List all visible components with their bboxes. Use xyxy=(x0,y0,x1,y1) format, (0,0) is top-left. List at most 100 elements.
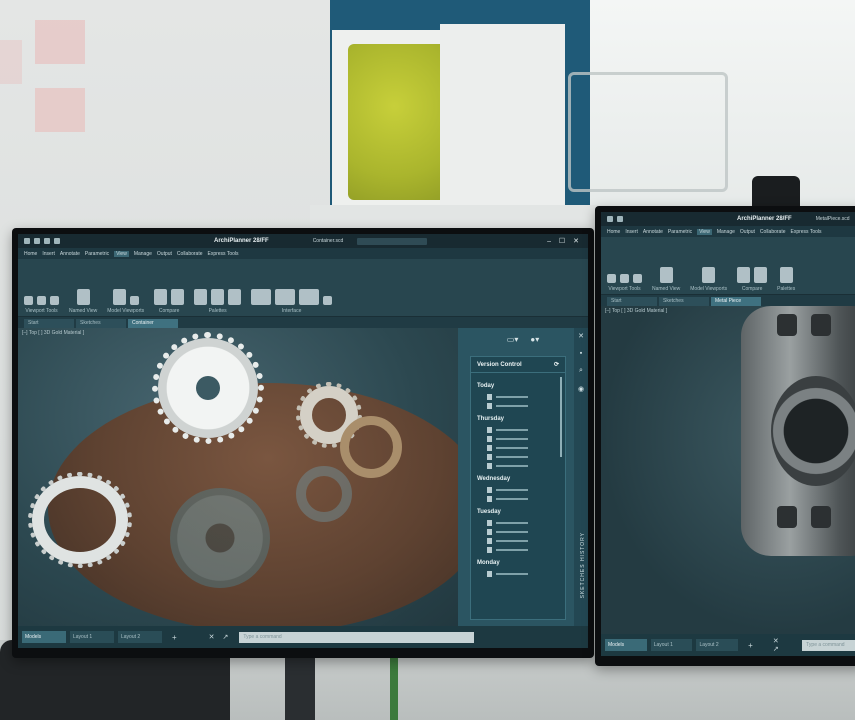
close-icon[interactable]: ✕ xyxy=(578,332,584,340)
version-item[interactable] xyxy=(477,452,559,461)
version-item[interactable] xyxy=(477,425,559,434)
menu-view[interactable]: View xyxy=(697,228,712,235)
model-viewport[interactable]: [–] Top [ ] 3D Gold Material ] xyxy=(601,306,855,634)
layout-tab-2[interactable]: Layout 2 xyxy=(696,639,739,651)
ring-gear-model[interactable] xyxy=(28,472,132,568)
redo-icon[interactable] xyxy=(54,238,60,244)
tab-start[interactable]: Start xyxy=(607,297,657,306)
tool-palettes-icon[interactable] xyxy=(194,289,208,305)
window-controls[interactable]: – ☐ ✕ xyxy=(547,237,582,245)
version-item[interactable] xyxy=(477,569,559,578)
file-tabs-icon[interactable] xyxy=(275,289,296,305)
user-icon[interactable]: ●▾ xyxy=(530,335,539,344)
version-item[interactable] xyxy=(477,518,559,527)
viewport-label[interactable]: [–] Top [ ] 3D Gold Material ] xyxy=(22,330,84,336)
named-viewport-icon[interactable] xyxy=(129,296,139,305)
command-input[interactable]: Type a command xyxy=(802,639,855,651)
menu-manage[interactable]: Manage xyxy=(717,229,735,235)
xref-compare-icon[interactable] xyxy=(171,289,185,305)
bronze-ring-model[interactable] xyxy=(340,416,402,478)
tab-container[interactable]: Container xyxy=(128,319,178,328)
tab-sketches[interactable]: Sketches xyxy=(76,319,126,328)
version-item[interactable] xyxy=(477,485,559,494)
menu-output[interactable]: Output xyxy=(740,229,755,235)
layout-tab-2[interactable]: Layout 2 xyxy=(118,631,162,643)
version-item[interactable] xyxy=(477,392,559,401)
user-interface-icon[interactable] xyxy=(323,296,333,305)
dwg-compare-icon[interactable] xyxy=(737,267,751,283)
sheet-set-icon[interactable] xyxy=(228,289,242,305)
tab-metal-piece[interactable]: Metal Piece xyxy=(711,297,761,306)
menu-parametric[interactable]: Parametric xyxy=(668,229,692,235)
menu-collaborate[interactable]: Collaborate xyxy=(177,251,203,257)
add-layout-button[interactable]: + xyxy=(748,641,753,650)
menu-home[interactable]: Home xyxy=(24,251,37,257)
command-controls[interactable]: ✕ ↗ xyxy=(773,637,794,653)
named-view-icon[interactable] xyxy=(659,267,673,283)
tab-sketches[interactable]: Sketches xyxy=(659,297,709,306)
menu-insert[interactable]: Insert xyxy=(625,229,638,235)
pin-icon[interactable]: ▪ xyxy=(580,350,582,357)
version-item[interactable] xyxy=(477,434,559,443)
ribbon-label: Model Viewports xyxy=(690,286,728,292)
named-view-icon[interactable] xyxy=(76,289,90,305)
version-item[interactable] xyxy=(477,494,559,503)
menu-express-tools[interactable]: Express Tools xyxy=(791,229,822,235)
version-item[interactable] xyxy=(477,443,559,452)
menu-insert[interactable]: Insert xyxy=(42,251,55,257)
viewport-label[interactable]: [–] Top [ ] 3D Gold Material ] xyxy=(605,308,667,314)
app-icon[interactable] xyxy=(607,216,613,222)
menu-view[interactable]: View xyxy=(114,250,129,257)
undo-icon[interactable] xyxy=(44,238,50,244)
navcube-icon[interactable] xyxy=(620,274,629,283)
dwg-compare-icon[interactable] xyxy=(154,289,168,305)
xref-compare-icon[interactable] xyxy=(754,267,768,283)
tab-start[interactable]: Start xyxy=(24,319,74,328)
version-item[interactable] xyxy=(477,527,559,536)
switch-windows-icon[interactable] xyxy=(251,289,272,305)
tool-palettes-icon[interactable] xyxy=(779,267,793,283)
add-layout-button[interactable]: + xyxy=(172,633,177,642)
settings-icon[interactable]: ◉ xyxy=(578,385,584,393)
navbar-icon[interactable] xyxy=(50,296,59,305)
document-name: Container.scd xyxy=(312,238,344,244)
properties-icon[interactable] xyxy=(211,289,225,305)
navcube-icon[interactable] xyxy=(37,296,46,305)
metal-clamp-model[interactable] xyxy=(741,306,855,556)
command-input[interactable]: Type a command xyxy=(239,631,475,643)
save-icon[interactable] xyxy=(34,238,40,244)
menu-annotate[interactable]: Annotate xyxy=(60,251,80,257)
menu-bar: Home Insert Annotate Parametric View Man… xyxy=(601,226,855,237)
refresh-icon[interactable]: ⟳ xyxy=(554,361,559,368)
version-item[interactable] xyxy=(477,461,559,470)
layout-tab-1[interactable]: Layout 1 xyxy=(650,639,693,651)
search-input[interactable] xyxy=(357,237,428,245)
search-icon[interactable]: ⌕ xyxy=(579,367,583,375)
version-item[interactable] xyxy=(477,536,559,545)
menu-parametric[interactable]: Parametric xyxy=(85,251,109,257)
navbar-icon[interactable] xyxy=(633,274,642,283)
menu-output[interactable]: Output xyxy=(157,251,172,257)
save-icon[interactable] xyxy=(617,216,623,222)
monitor-icon[interactable]: ▭▾ xyxy=(507,335,519,344)
ucs-icon[interactable] xyxy=(607,274,616,283)
layout-tab-1[interactable]: Layout 1 xyxy=(70,631,114,643)
model-viewport[interactable]: [–] Top [ ] 3D Gold Material ] xyxy=(18,328,458,626)
version-item[interactable] xyxy=(477,401,559,410)
version-item[interactable] xyxy=(477,545,559,554)
menu-annotate[interactable]: Annotate xyxy=(643,229,663,235)
ucs-icon[interactable] xyxy=(24,296,33,305)
layout-tab-models[interactable]: Models xyxy=(22,631,66,643)
menu-collaborate[interactable]: Collaborate xyxy=(760,229,786,235)
command-controls[interactable]: ✕ ↗ xyxy=(209,633,232,641)
menu-home[interactable]: Home xyxy=(607,229,620,235)
viewport-config-icon[interactable] xyxy=(112,289,126,305)
menu-express-tools[interactable]: Express Tools xyxy=(208,251,239,257)
scrollbar[interactable] xyxy=(560,377,562,457)
app-icon[interactable] xyxy=(24,238,30,244)
layout-tabs-icon[interactable] xyxy=(299,289,320,305)
menu-manage[interactable]: Manage xyxy=(134,251,152,257)
large-gear-model[interactable] xyxy=(152,332,264,444)
layout-tab-models[interactable]: Models xyxy=(605,639,647,651)
viewport-config-icon[interactable] xyxy=(702,267,716,283)
